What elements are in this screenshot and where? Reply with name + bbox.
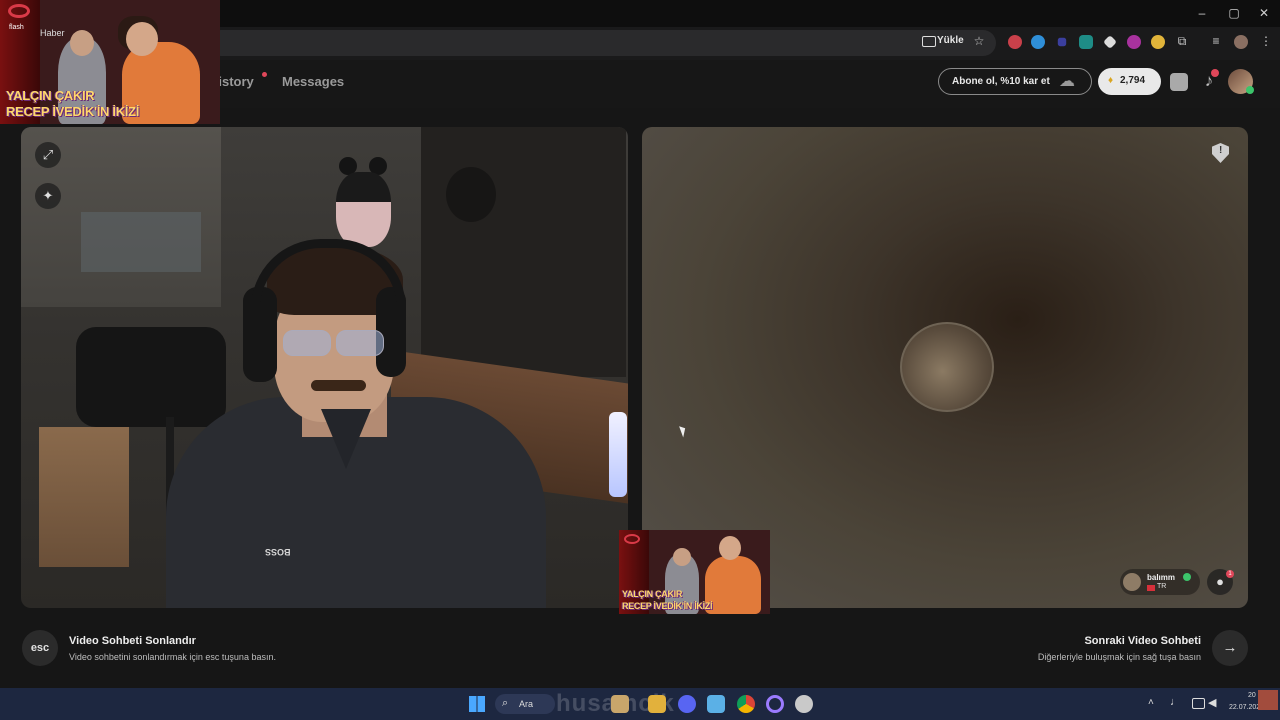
end-chat-subtitle: Video sohbetini sonlandırmak için esc tu… <box>69 652 276 662</box>
overlay-caption-line1: YALÇIN ÇAKIR <box>6 88 95 103</box>
stream-overlay-topleft: flash Haber YALÇIN ÇAKIR RECEP İVEDİK'İN… <box>0 0 220 124</box>
desk-lamp <box>609 412 627 497</box>
volume-icon[interactable]: ◀ <box>1208 696 1216 709</box>
shield-exclamation: ! <box>1219 145 1223 156</box>
minimize-button[interactable]: – <box>1190 4 1214 22</box>
speaker-cone <box>446 167 496 222</box>
extension-icon-7[interactable] <box>1151 35 1165 49</box>
partner-name: balımm <box>1147 573 1176 582</box>
diamond-icon: ♦ <box>1108 75 1114 86</box>
overlay-small-person-1-face <box>673 548 691 566</box>
overlay-logo-sub: Haber <box>40 28 65 38</box>
flash-logo-icon <box>8 4 30 18</box>
headphone-band <box>251 239 406 309</box>
chrome-icon[interactable] <box>737 695 755 713</box>
profile-avatar[interactable] <box>1234 35 1248 49</box>
online-status-dot <box>1246 86 1254 94</box>
overlay-logo: flash <box>9 24 24 31</box>
clock-time[interactable]: 20 <box>1248 692 1256 699</box>
overlay-small-person-2 <box>705 556 761 614</box>
next-chat-title[interactable]: Sonraki Video Sohbeti <box>1000 635 1201 647</box>
address-bar[interactable] <box>208 30 996 56</box>
coin-balance-button[interactable]: ♦ 2,794 <box>1098 68 1161 95</box>
search-icon: ⌕ <box>502 697 509 709</box>
overlay-small-caption-line1: YALÇIN ÇAKIR <box>622 589 683 599</box>
bookmark-star-icon[interactable]: ☆ <box>971 34 987 48</box>
tray-chevron-icon[interactable]: ˄ <box>1148 697 1154 708</box>
overlay-person-1-face <box>70 30 94 56</box>
person-mustache <box>311 380 366 391</box>
end-chat-title[interactable]: Video Sohbeti Sonlandır <box>69 635 196 647</box>
network-icon[interactable] <box>1192 698 1205 709</box>
glasses-left-lens <box>283 330 331 356</box>
nav-messages-link[interactable]: Messages <box>282 74 344 89</box>
self-video-panel: BOSS ⤢ ✦ <box>21 127 628 608</box>
taskbar-corner-thumbnail <box>1258 690 1278 710</box>
glasses-right-lens <box>336 330 384 356</box>
shirt-logo: BOSS <box>265 547 291 557</box>
partner-avatar-circle <box>900 322 994 412</box>
overlay-small-caption-line2: RECEP İVEDİK'İN İKİZİ <box>622 601 713 611</box>
wooden-stool <box>39 427 129 567</box>
discord-icon[interactable] <box>678 695 696 713</box>
extensions-puzzle-icon[interactable]: ⧉ <box>1174 34 1190 49</box>
taskbar-app-widget-icon[interactable] <box>611 695 629 713</box>
flag-tr-icon <box>1147 585 1155 591</box>
extension-icon-2[interactable] <box>1031 35 1045 49</box>
close-window-button[interactable]: ✕ <box>1252 4 1276 22</box>
subscribe-promo-label: Abone ol, %10 kar et <box>952 76 1050 87</box>
extension-icon-1[interactable] <box>1008 35 1022 49</box>
overlay-small-person-2-face <box>719 536 741 560</box>
coin-balance: 2,794 <box>1120 75 1146 86</box>
notification-badge <box>1211 69 1219 77</box>
chat-badge: 1 <box>1226 570 1234 578</box>
partner-mini-avatar <box>1123 573 1141 591</box>
taskbar-circle-app-icon[interactable] <box>766 695 784 713</box>
next-chat-subtitle: Diğerleriyle buluşmak için sağ tuşa bası… <box>1037 652 1201 662</box>
file-explorer-icon[interactable] <box>648 695 666 713</box>
shelf-items <box>81 212 201 272</box>
taskbar-settings-icon[interactable] <box>795 695 813 713</box>
overlay-person-2-face <box>126 22 158 56</box>
speaker-cabinet <box>421 127 626 377</box>
magic-wand-icon[interactable]: ✦ <box>35 183 61 209</box>
extension-icon-4[interactable] <box>1079 35 1093 49</box>
verified-icon <box>1183 573 1191 581</box>
install-app-icon[interactable] <box>922 36 936 47</box>
expand-icon[interactable]: ⤢ <box>35 142 61 168</box>
stream-overlay-center: YALÇIN ÇAKIR RECEP İVEDİK'İN İKİZİ <box>619 530 770 614</box>
plush-toy <box>336 172 391 247</box>
overlay-caption-line2: RECEP İVEDİK'İN İKİZİ <box>6 104 140 119</box>
upload-label[interactable]: Yükle <box>937 35 964 46</box>
extension-icon-6[interactable] <box>1127 35 1141 49</box>
reading-list-icon[interactable]: ≡ <box>1208 34 1224 48</box>
end-chat-key-button[interactable]: esc <box>22 630 58 666</box>
browser-menu-icon[interactable]: ⋮ <box>1258 34 1274 48</box>
taskbar-app-icon[interactable] <box>707 695 725 713</box>
history-notification-dot <box>262 72 267 77</box>
maximize-button[interactable]: ▢ <box>1222 4 1246 22</box>
partner-country: TR <box>1157 583 1167 590</box>
gift-icon: ☁ <box>1059 73 1075 90</box>
chair-back <box>76 327 226 427</box>
flash-logo-small-icon <box>624 534 640 544</box>
windows-start-icon[interactable] <box>469 696 485 712</box>
extension-icon-3[interactable] <box>1057 37 1067 47</box>
microphone-icon[interactable]: ♩ <box>1170 696 1181 708</box>
taskbar-search-label: Ara <box>519 699 534 709</box>
next-chat-arrow-button[interactable]: → <box>1212 630 1248 666</box>
subscribe-promo-button[interactable]: Abone ol, %10 kar et ☁ <box>938 68 1092 95</box>
inbox-icon[interactable] <box>1170 73 1188 91</box>
